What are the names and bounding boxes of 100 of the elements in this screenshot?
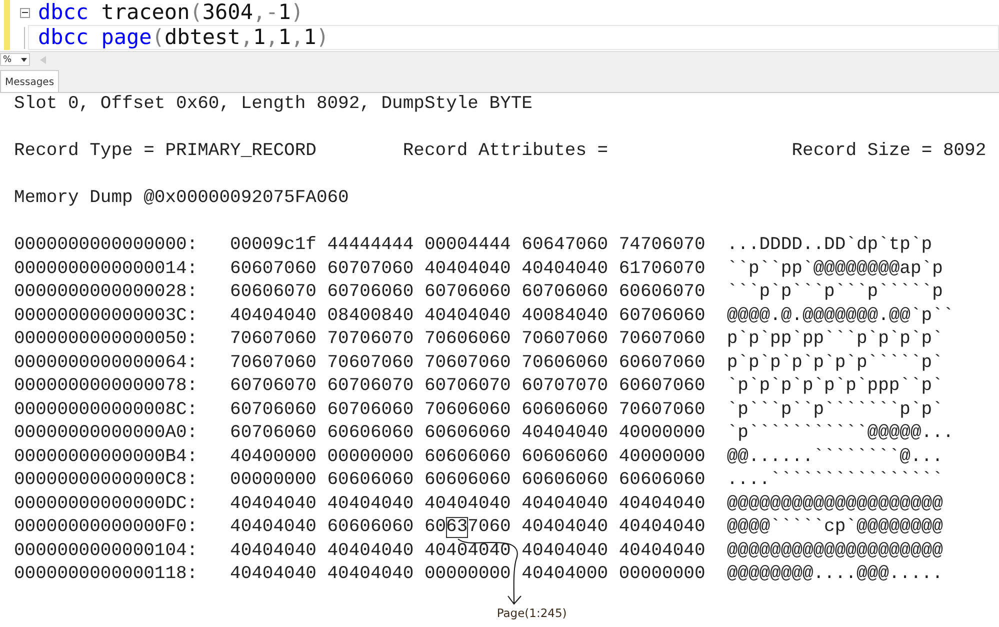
hex-value: 60607060 (618, 375, 706, 398)
hex-value: 40404040 (424, 304, 511, 328)
ascii-text: ...DDDD..DD`dp`tp`p (726, 234, 932, 257)
hex-value: 00000000 (230, 469, 316, 492)
dump-address: 00000000000000B4: (14, 446, 198, 468)
hex-value: 40404040 (424, 258, 511, 280)
ascii-text: @@@@.@.@@@@@@@.@@`p`` (726, 304, 954, 328)
hex-value: 40404040 (424, 540, 511, 562)
hex-value: 70607060 (618, 398, 706, 422)
hex-value: 40404040 (424, 492, 511, 516)
hex-value: 40404040 (522, 516, 608, 539)
dump-address: 0000000000000118: (14, 563, 198, 586)
hex-value: 60647060 (522, 234, 608, 257)
hex-value: 44444444 (327, 234, 414, 257)
hex-value: 60706060 (327, 281, 414, 304)
zoom-dropdown[interactable]: % (0, 53, 30, 66)
ascii-text: ....```````````````` (726, 469, 943, 492)
hex-value: 70706070 (327, 328, 414, 351)
message-line: Record Type = PRIMARY_RECORD (14, 140, 316, 163)
ascii-text: `p```p``p```````p`p` (726, 398, 943, 422)
ascii-text: ``p``pp`@@@@@@@@ap`p (726, 258, 943, 280)
ascii-text: @@@@`````cp`@@@@@@@@ (726, 516, 943, 539)
messages-tab[interactable]: Messages (0, 70, 60, 92)
hex-value: 40404040 (327, 540, 414, 562)
hex-value: 00000000 (424, 563, 511, 586)
hex-value: 60706060 (522, 281, 608, 304)
hex-value: 40404040 (618, 540, 706, 562)
dump-address: 0000000000000028: (14, 281, 198, 304)
hex-value: 70606060 (522, 352, 608, 374)
hex-value: 60706070 (230, 375, 316, 398)
hex-value: 60606060 (327, 469, 414, 492)
hex-value: 60606060 (424, 422, 511, 445)
hex-value: 40404040 (522, 492, 608, 516)
dump-address: 00000000000000C8: (14, 469, 198, 492)
hex-value: 60706070 (424, 375, 511, 398)
hex-value: 60606060 (522, 398, 608, 422)
hex-value: 60706060 (424, 281, 511, 304)
hex-value: 00000000 (618, 563, 706, 586)
annotation-label: Page(1:245) (496, 606, 567, 620)
hex-value: 60606070 (618, 281, 706, 304)
dump-address: 000000000000008C: (14, 398, 198, 422)
hex-value: 40404040 (230, 492, 316, 516)
hex-value: 70607060 (327, 352, 414, 374)
message-line: Slot 0, Offset 0x60, Length 8092, DumpStyle BYTE (14, 93, 532, 116)
hex-value: 08400840 (327, 304, 414, 328)
hex-value: 70606060 (424, 328, 511, 351)
message-line: Memory Dump @0x00000092075FA060 (14, 187, 349, 210)
hex-value: 40404040 (327, 492, 414, 516)
hex-value: 40404040 (230, 563, 316, 586)
hex-value: 70607060 (424, 352, 511, 374)
hex-value: 70607060 (230, 352, 316, 374)
hex-value: 60706060 (618, 304, 706, 328)
hex-value: 60607060 (230, 258, 316, 280)
ascii-text: `p```````````@@@@@... (726, 422, 954, 445)
hex-value: 60707070 (522, 375, 608, 398)
hex-value: 40404040 (230, 516, 316, 539)
hex-value: 60706060 (230, 422, 316, 445)
hex-value: 40000000 (618, 422, 706, 445)
hex-value: 60606060 (618, 469, 706, 492)
dump-address: 0000000000000014: (14, 258, 198, 280)
hex-value: 61706070 (618, 258, 706, 280)
hex-value: 60606060 (522, 469, 608, 492)
hex-value: 40404040 (522, 540, 608, 562)
hex-value: 40000000 (618, 446, 706, 468)
hex-value: 74706070 (618, 234, 706, 257)
code-line: dbcc traceon(3604,-1) (37, 0, 305, 25)
hex-value: 40404040 (522, 422, 608, 445)
hex-value: 40404040 (522, 258, 608, 280)
ascii-text: `p`p`p`p`p`p`ppp``p` (726, 375, 943, 398)
dump-address: 00000000000000F0: (14, 516, 198, 539)
message-line: Record Attributes = (402, 140, 608, 163)
hex-value: 00004444 (424, 234, 511, 257)
hex-value: 00000000 (327, 446, 414, 468)
hex-value: 60706070 (327, 375, 414, 398)
ascii-text: @@@@@@@@@@@@@@@@@@@@ (726, 540, 943, 562)
hex-value: 70607060 (522, 328, 608, 351)
hex-value: 40400000 (230, 446, 316, 468)
hex-value: 40404000 (522, 563, 608, 586)
ascii-text: @@......````````@... (726, 446, 943, 468)
hex-value: 60706060 (327, 398, 414, 422)
message-line: Record Size = 8092 (792, 140, 986, 163)
dump-address: 0000000000000000: (14, 234, 198, 257)
hex-value: 70607060 (618, 328, 706, 351)
hex-value: 60606060 (424, 446, 511, 468)
hex-value: 40404040 (230, 540, 316, 562)
ascii-text: p`p`pp`pp```p`p`p`p` (726, 328, 943, 351)
hex-value: 40404040 (327, 563, 414, 586)
hex-value: 60606070 (230, 281, 316, 304)
hex-value: 60606060 (522, 446, 608, 468)
dump-address: 000000000000003C: (14, 304, 198, 328)
hex-value: 70607060 (230, 328, 316, 351)
dump-address: 00000000000000A0: (14, 422, 198, 445)
hex-value: 00009c1f (230, 234, 316, 257)
dump-address: 0000000000000050: (14, 328, 198, 351)
hex-value: 40084040 (522, 304, 608, 328)
hex-value: 40404040 (230, 304, 316, 328)
ascii-text: ```p`p```p```p`````p (726, 281, 943, 304)
dump-address: 0000000000000078: (14, 375, 198, 398)
hex-value: 40404040 (618, 492, 706, 516)
hex-value: 60607060 (618, 352, 706, 374)
